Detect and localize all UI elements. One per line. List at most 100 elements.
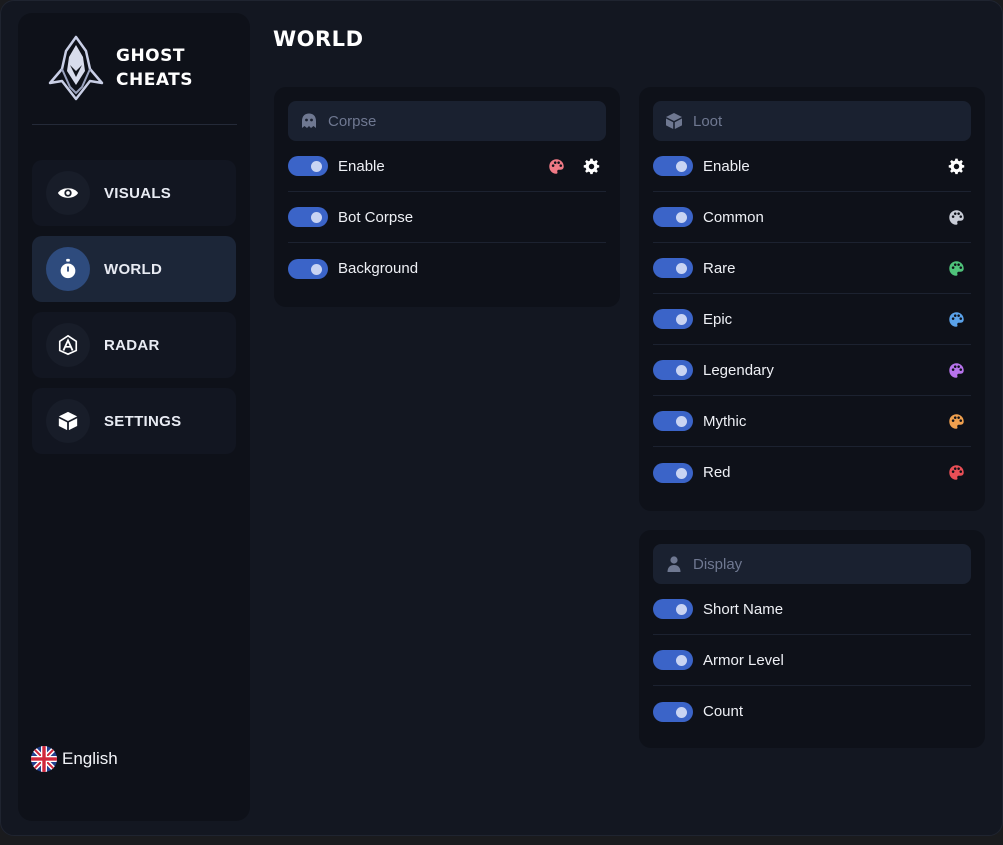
color-palette-icon[interactable]: [948, 311, 965, 328]
row-actions: [930, 192, 965, 242]
loot-box-icon: [666, 113, 682, 129]
color-palette-icon[interactable]: [948, 260, 965, 277]
setting-label: Mythic: [703, 412, 747, 430]
corpse-rows: Enable Bot Corpse Background: [288, 141, 606, 294]
row-actions: [930, 243, 965, 293]
setting-row: Background: [288, 243, 606, 294]
row-actions: [930, 345, 965, 395]
setting-label: Background: [338, 260, 419, 277]
loot-panel-header: Loot: [653, 101, 971, 141]
language-label: English: [62, 749, 118, 768]
corpse-panel-header: Corpse: [288, 101, 606, 141]
brand-logo: GHOST CHEATS: [46, 35, 193, 101]
toggle-switch[interactable]: [653, 207, 693, 227]
brand-name: GHOST CHEATS: [116, 44, 193, 92]
setting-row: Armor Level: [653, 635, 971, 686]
setting-row: Enable: [288, 141, 606, 192]
toggle-switch[interactable]: [288, 258, 328, 279]
setting-label: Count: [703, 703, 744, 720]
color-palette-icon[interactable]: [948, 413, 965, 430]
toggle-knob: [676, 655, 687, 666]
language-selector[interactable]: English: [31, 746, 118, 772]
setting-label: Short Name: [703, 600, 784, 618]
ghost-face-icon: [302, 113, 316, 128]
ghost-hood-icon: [48, 35, 104, 101]
toggle-switch[interactable]: [653, 156, 693, 176]
row-actions: [530, 141, 600, 191]
logo-divider: [32, 124, 237, 125]
toggle-switch[interactable]: [653, 258, 693, 278]
gear-icon[interactable]: [583, 158, 600, 175]
nav-icon-wrap: [46, 323, 90, 367]
toggle-knob: [676, 706, 687, 718]
panel-title: Corpse: [328, 112, 377, 130]
toggle-knob: [676, 212, 687, 223]
setting-label: Bot Corpse: [338, 208, 414, 226]
sidebar-item-label: SETTINGS: [104, 412, 182, 430]
sidebar-item-label: VISUALS: [104, 184, 172, 202]
sidebar-item-label: RADAR: [104, 336, 160, 354]
toggle-switch[interactable]: [653, 650, 693, 670]
setting-row: Common: [653, 192, 971, 243]
panel-title: Display: [693, 555, 743, 573]
setting-label: Legendary: [703, 361, 774, 379]
toggle-knob: [676, 416, 687, 427]
setting-row: Rare: [653, 243, 971, 294]
setting-row: Legendary: [653, 345, 971, 396]
setting-label: Enable: [703, 157, 750, 175]
row-actions: [930, 396, 965, 446]
toggle-knob: [311, 263, 322, 275]
eye-icon: [57, 188, 79, 198]
color-palette-icon[interactable]: [948, 362, 965, 379]
sidebar-item-label: WORLD: [104, 260, 163, 278]
color-palette-icon[interactable]: [948, 209, 965, 226]
setting-row: Bot Corpse: [288, 192, 606, 243]
display-panel-header: Display: [653, 544, 971, 584]
setting-label: Rare: [703, 259, 736, 277]
nav-icon-wrap: [46, 247, 90, 291]
row-actions: [930, 447, 965, 498]
brand-line1: GHOST: [116, 46, 185, 66]
toggle-switch[interactable]: [288, 156, 328, 176]
uk-flag-icon: [31, 746, 57, 772]
toggle-switch[interactable]: [653, 411, 693, 431]
loot-panel: Loot Enable Common Rare Epic Legendary Mythic…: [639, 87, 985, 511]
toggle-knob: [676, 161, 687, 172]
row-actions: [930, 294, 965, 344]
setting-label: Armor Level: [703, 651, 784, 669]
color-palette-icon[interactable]: [948, 464, 965, 481]
row-actions: [930, 141, 965, 191]
stopwatch-icon: [60, 258, 76, 279]
toggle-switch[interactable]: [653, 309, 693, 329]
toggle-knob: [676, 604, 687, 615]
sidebar-nav: VISUALS WORLD RADAR SETTINGS: [32, 160, 236, 464]
toggle-switch[interactable]: [653, 360, 693, 380]
display-rows: Short Name Armor Level Count: [653, 584, 971, 737]
toggle-switch[interactable]: [653, 599, 693, 619]
box-icon: [58, 411, 78, 431]
setting-row: Short Name: [653, 584, 971, 635]
brand-line2: CHEATS: [116, 70, 193, 90]
toggle-switch[interactable]: [288, 207, 328, 227]
user-icon: [667, 556, 681, 572]
sidebar-item-world[interactable]: WORLD: [32, 236, 236, 302]
sidebar-item-visuals[interactable]: VISUALS: [32, 160, 236, 226]
nav-icon-wrap: [46, 171, 90, 215]
toggle-knob: [676, 314, 687, 325]
app-window: GHOST CHEATS VISUALS WORLD RADAR SETTING…: [0, 0, 1003, 836]
toggle-switch[interactable]: [653, 701, 693, 722]
setting-row: Enable: [653, 141, 971, 192]
toggle-knob: [311, 161, 322, 172]
setting-row: Mythic: [653, 396, 971, 447]
color-palette-icon[interactable]: [548, 158, 565, 175]
sidebar: GHOST CHEATS VISUALS WORLD RADAR SETTING…: [18, 13, 250, 821]
setting-label: Common: [703, 208, 764, 226]
sidebar-item-settings[interactable]: SETTINGS: [32, 388, 236, 454]
sidebar-item-radar[interactable]: RADAR: [32, 312, 236, 378]
setting-row: Count: [653, 686, 971, 737]
toggle-switch[interactable]: [653, 462, 693, 483]
radar-icon: [58, 334, 78, 356]
toggle-knob: [311, 212, 322, 223]
loot-rows: Enable Common Rare Epic Legendary Mythic Red: [653, 141, 971, 498]
gear-icon[interactable]: [948, 158, 965, 175]
